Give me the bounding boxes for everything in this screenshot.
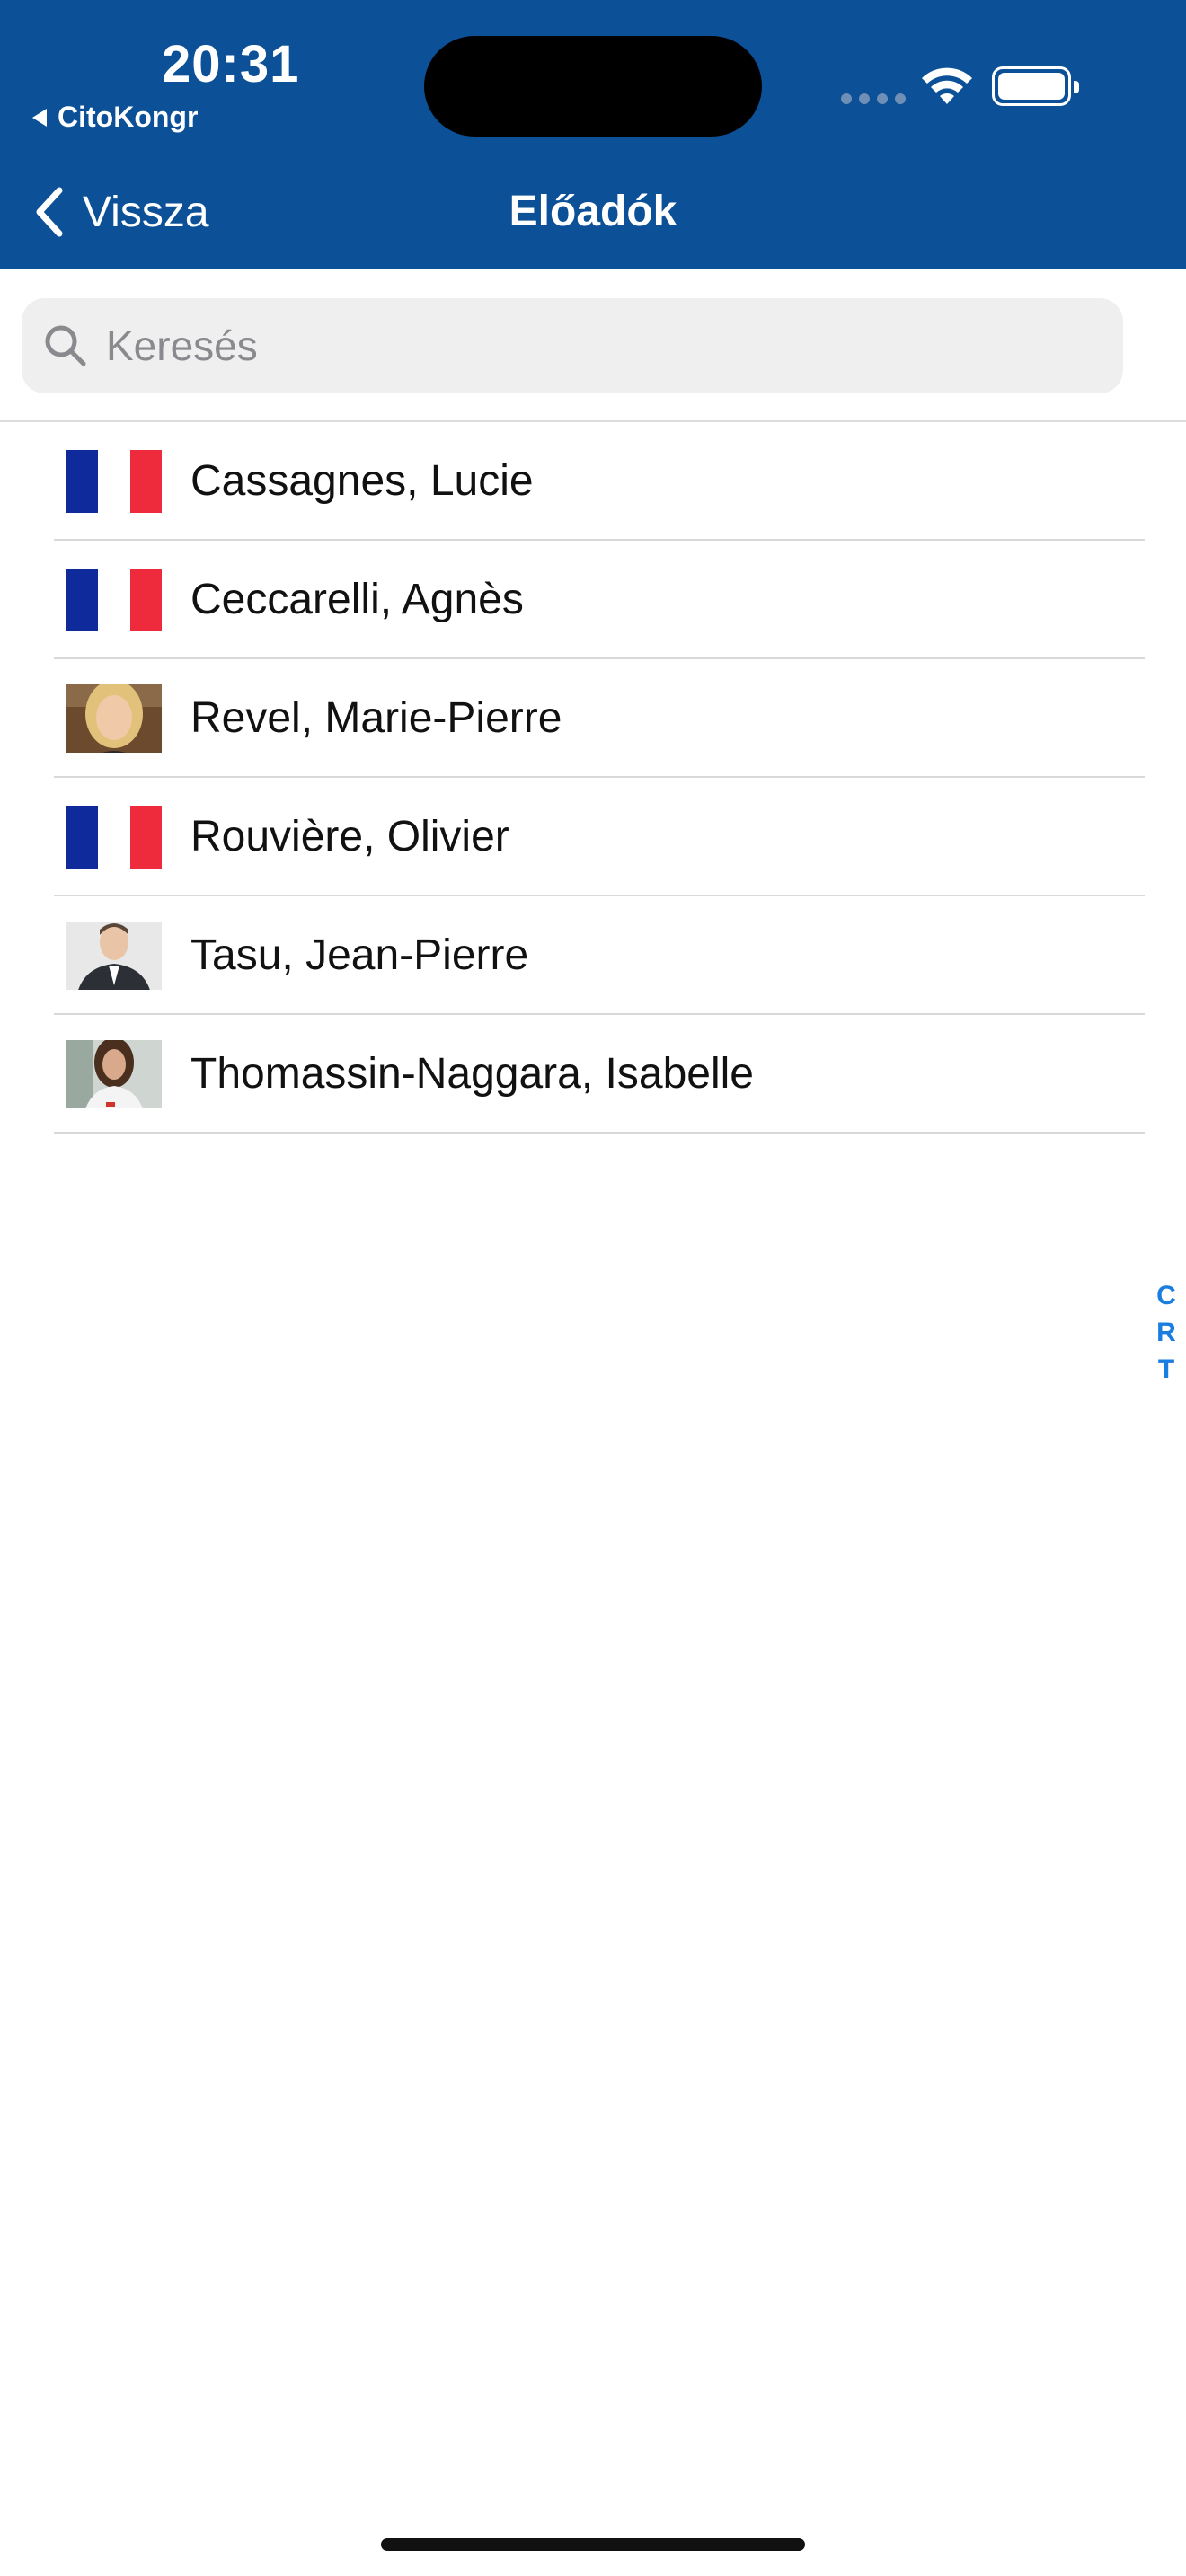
speaker-name: Tasu, Jean-Pierre	[190, 931, 529, 979]
speaker-row[interactable]: Ceccarelli, Agnès	[54, 541, 1145, 659]
status-time: 20:31	[162, 35, 300, 93]
cellular-signal-icon	[841, 93, 906, 104]
back-button-label: Vissza	[83, 188, 209, 236]
speaker-name: Cassagnes, Lucie	[190, 457, 534, 505]
back-button[interactable]: Vissza	[32, 180, 209, 244]
header-bar: 20:31 CitoKongr Vissza Előadók	[0, 0, 1186, 269]
search-icon	[45, 325, 86, 366]
speaker-name: Thomassin-Naggara, Isabelle	[190, 1050, 754, 1098]
speaker-row[interactable]: Tasu, Jean-Pierre	[54, 896, 1145, 1015]
france-flag-icon	[66, 566, 162, 634]
wifi-icon	[922, 67, 972, 104]
index-letter[interactable]: C	[1156, 1277, 1176, 1314]
index-letter[interactable]: T	[1158, 1351, 1174, 1388]
speaker-name: Revel, Marie-Pierre	[190, 694, 562, 742]
speaker-photo	[66, 1040, 162, 1108]
home-indicator[interactable]	[381, 2538, 805, 2551]
speaker-list: Cassagnes, Lucie Ceccarelli, Agnès Revel…	[54, 422, 1145, 1134]
speaker-name: Rouvière, Olivier	[190, 813, 509, 860]
speaker-row[interactable]: Revel, Marie-Pierre	[54, 659, 1145, 778]
speaker-row[interactable]: Cassagnes, Lucie	[54, 422, 1145, 541]
index-letter[interactable]: R	[1156, 1314, 1176, 1351]
search-input[interactable]	[106, 322, 1094, 370]
speaker-row[interactable]: Thomassin-Naggara, Isabelle	[54, 1015, 1145, 1134]
back-triangle-icon	[32, 108, 47, 127]
speaker-photo	[66, 684, 162, 753]
speaker-name: Ceccarelli, Agnès	[190, 576, 524, 623]
back-app-label: CitoKongr	[58, 101, 199, 133]
back-to-app-link[interactable]: CitoKongr	[32, 101, 198, 134]
screen: 20:31 CitoKongr Vissza Előadók Keresés C…	[0, 0, 1186, 2576]
section-index[interactable]: C R T	[1150, 1277, 1182, 1388]
speaker-row[interactable]: Rouvière, Olivier	[54, 778, 1145, 896]
speaker-photo	[66, 922, 162, 990]
battery-icon	[992, 66, 1079, 106]
search-bar[interactable]	[22, 298, 1123, 393]
chevron-left-icon	[36, 187, 63, 237]
france-flag-icon	[66, 803, 162, 871]
france-flag-icon	[66, 447, 162, 516]
dynamic-island	[424, 36, 762, 137]
